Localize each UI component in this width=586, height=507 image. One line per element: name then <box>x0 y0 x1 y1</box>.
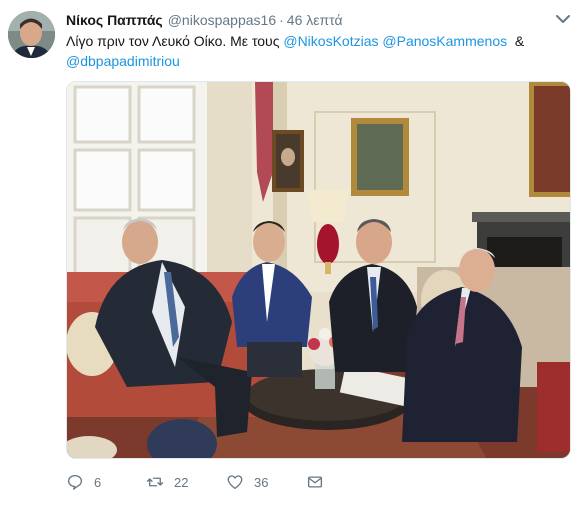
reply-count: 6 <box>94 474 102 490</box>
direct-message-button[interactable] <box>306 472 324 492</box>
mention-link[interactable]: @PanosKammenos <box>382 33 507 49</box>
envelope-icon <box>307 476 323 488</box>
mention-link[interactable]: @dbpapadimitriou <box>66 53 180 69</box>
tweet-header: Νίκος Παππάς @nikospappas16 · 46 λεπτά <box>66 12 343 30</box>
tweet-text-prefix: Λίγο πριν τον Λευκό Οίκο. Με τους <box>66 33 280 49</box>
author-handle[interactable]: @nikospappas16 <box>168 12 276 28</box>
retweet-count: 22 <box>174 474 189 490</box>
chevron-down-icon[interactable] <box>556 14 570 24</box>
timestamp[interactable]: 46 λεπτά <box>287 12 343 28</box>
mention-link[interactable]: @NikosKotzias <box>283 33 378 49</box>
reply-icon <box>67 474 83 490</box>
like-count: 36 <box>254 474 269 490</box>
reply-button[interactable]: 6 <box>66 472 101 492</box>
meeting-photo-image <box>67 82 570 458</box>
tweet-text: Λίγο πριν τον Λευκό Οίκο. Με τους @Nikos… <box>66 31 566 71</box>
heart-icon <box>227 475 243 490</box>
author-name[interactable]: Νίκος Παππάς <box>66 12 163 28</box>
header-separator: · <box>279 12 284 28</box>
tweet-text-ampersand: & <box>514 33 525 49</box>
like-button[interactable]: 36 <box>226 472 268 492</box>
avatar-image <box>8 11 55 58</box>
tweet-photo[interactable] <box>66 81 571 459</box>
retweet-icon <box>146 477 164 487</box>
avatar[interactable] <box>8 11 55 58</box>
retweet-button[interactable]: 22 <box>146 472 188 492</box>
tweet-card[interactable]: Νίκος Παππάς @nikospappas16 · 46 λεπτά Λ… <box>0 0 586 507</box>
